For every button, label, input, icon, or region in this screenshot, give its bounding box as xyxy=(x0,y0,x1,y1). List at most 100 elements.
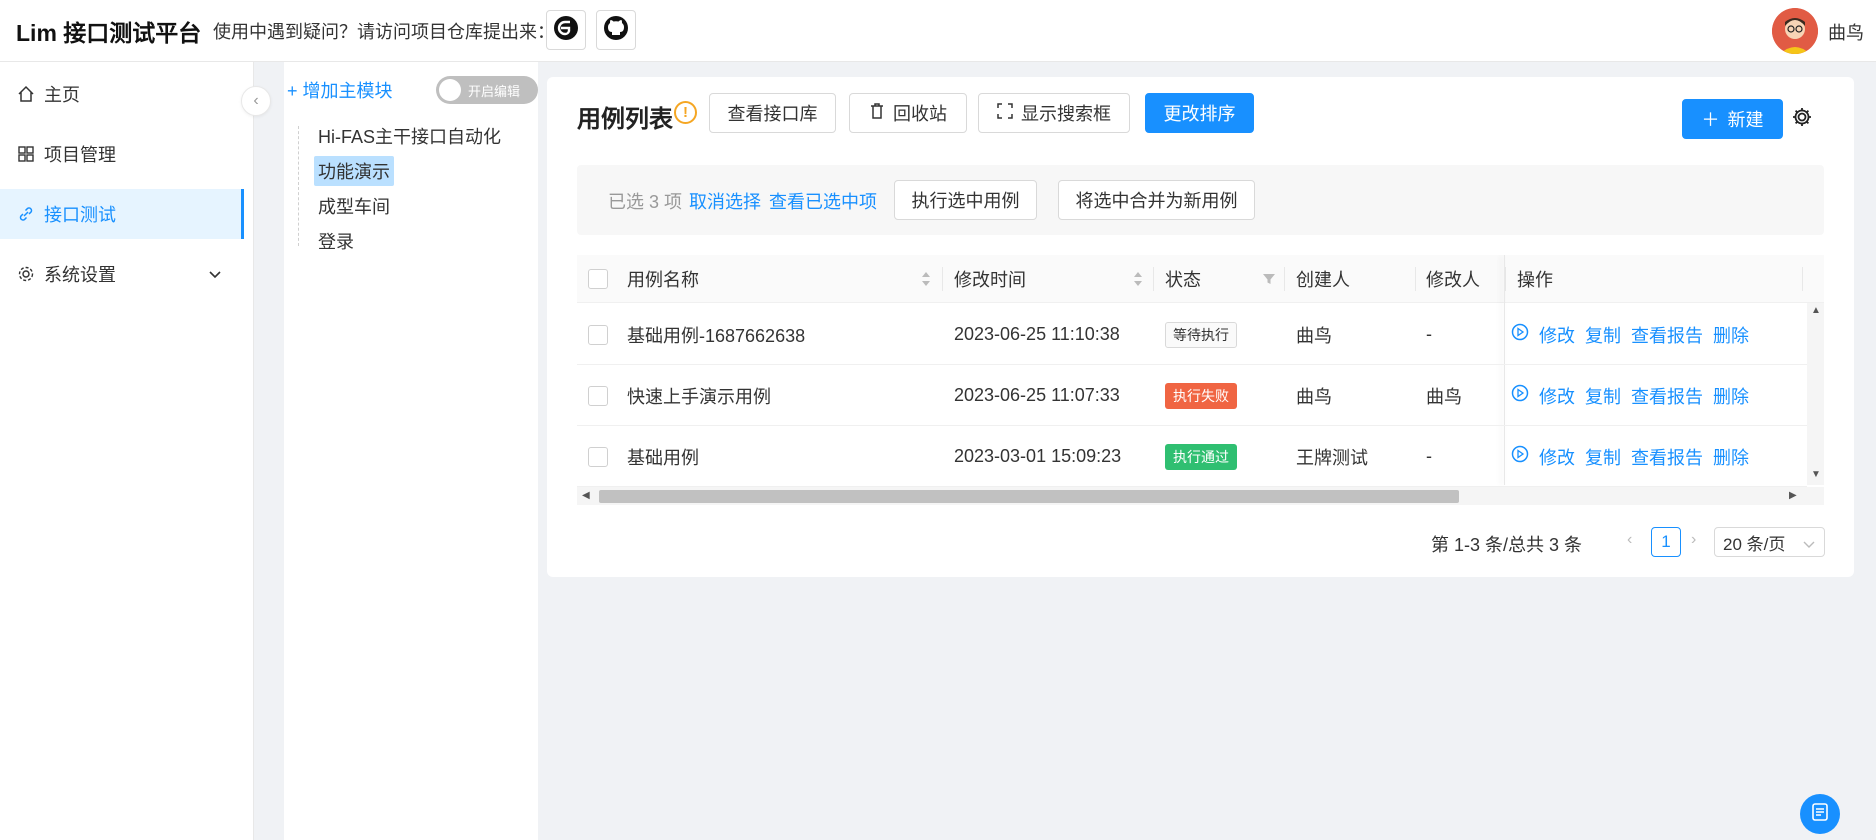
edit-link[interactable]: 修改 xyxy=(1539,322,1575,348)
tree-node[interactable]: 成型车间 xyxy=(314,191,394,221)
user-name[interactable]: 曲鸟 xyxy=(1828,19,1864,45)
repo-hint: 使用中遇到疑问？请访问项目仓库提出来： xyxy=(213,22,555,42)
column-status[interactable]: 状态 xyxy=(1165,255,1201,303)
grid-icon xyxy=(16,144,36,164)
table-row[interactable]: 基础用例-1687662638 2023-06-25 11:10:38 等待执行… xyxy=(577,304,1807,365)
scroll-left-icon[interactable]: ◀ xyxy=(582,490,590,501)
github-icon xyxy=(603,15,629,46)
horizontal-scrollbar[interactable]: ◀ ▶ xyxy=(577,487,1824,505)
case-name[interactable]: 基础用例 xyxy=(627,426,699,487)
prev-page-icon[interactable]: ‹ xyxy=(1627,531,1632,549)
scroll-up-icon[interactable]: ▲ xyxy=(1811,305,1821,316)
copy-link[interactable]: 复制 xyxy=(1585,444,1621,470)
sidebar-item-api-test[interactable]: 接口测试 xyxy=(0,189,244,239)
gear-icon xyxy=(16,264,36,284)
tree-node[interactable]: Hi-FAS主干接口自动化 xyxy=(314,121,505,151)
current-page[interactable]: 1 xyxy=(1651,527,1681,557)
column-creator[interactable]: 创建人 xyxy=(1296,255,1350,303)
table-row[interactable]: 快速上手演示用例 2023-06-25 11:07:33 执行失败 曲鸟 曲鸟 … xyxy=(577,365,1807,426)
new-case-button[interactable]: ＋ 新建 xyxy=(1682,99,1783,139)
tree-node-selected[interactable]: 功能演示 xyxy=(314,156,394,186)
row-checkbox[interactable] xyxy=(588,426,608,487)
github-button[interactable] xyxy=(596,10,636,50)
creator: 曲鸟 xyxy=(1296,386,1332,407)
show-search-button[interactable]: 显示搜索框 xyxy=(978,93,1130,133)
gitee-button[interactable] xyxy=(546,10,586,50)
row-checkbox[interactable] xyxy=(588,304,608,365)
creator: 王牌测试 xyxy=(1296,447,1368,468)
view-report-link[interactable]: 查看报告 xyxy=(1631,322,1703,348)
vertical-scrollbar[interactable]: ▲ ▼ xyxy=(1807,303,1824,485)
scroll-down-icon[interactable]: ▼ xyxy=(1811,469,1821,480)
sidebar-item-home[interactable]: 主页 xyxy=(0,69,244,119)
case-list-card: 用例列表 ! 查看接口库 回收站 显示搜索框 更改排序 ＋ 新建 已选 3 项 … xyxy=(547,77,1854,577)
tree-connector xyxy=(298,126,299,246)
home-icon xyxy=(16,84,36,104)
chevron-left-icon: ‹ xyxy=(253,92,259,109)
cancel-selection-link[interactable]: 取消选择 xyxy=(689,188,761,214)
row-checkbox[interactable] xyxy=(588,365,608,426)
case-name[interactable]: 快速上手演示用例 xyxy=(627,365,771,426)
view-report-link[interactable]: 查看报告 xyxy=(1631,444,1703,470)
filter-icon[interactable] xyxy=(1262,255,1276,303)
play-icon[interactable] xyxy=(1511,384,1529,407)
row-actions: 修改 复制 查看报告 删除 xyxy=(1511,304,1749,365)
copy-link[interactable]: 复制 xyxy=(1585,322,1621,348)
button-label: 执行选中用例 xyxy=(911,191,1020,211)
next-page-icon[interactable]: › xyxy=(1691,531,1696,549)
modified-time: 2023-06-25 11:07:33 xyxy=(954,385,1120,405)
modified-time: 2023-06-25 11:10:38 xyxy=(954,324,1120,344)
edit-link[interactable]: 修改 xyxy=(1539,444,1575,470)
modifier: - xyxy=(1426,324,1432,344)
case-name[interactable]: 基础用例-1687662638 xyxy=(627,304,805,365)
run-selected-button[interactable]: 执行选中用例 xyxy=(894,180,1037,220)
scrollbar-thumb[interactable] xyxy=(599,490,1459,503)
page-size-value: 20 条/页 xyxy=(1723,534,1786,554)
button-label: 新建 xyxy=(1727,110,1764,130)
status-badge: 执行失败 xyxy=(1165,382,1237,409)
toggle-knob xyxy=(439,79,461,101)
recycle-bin-button[interactable]: 回收站 xyxy=(849,93,967,133)
delete-link[interactable]: 删除 xyxy=(1713,322,1749,348)
play-icon[interactable] xyxy=(1511,323,1529,346)
edit-link[interactable]: 修改 xyxy=(1539,383,1575,409)
sidebar-item-label: 主页 xyxy=(44,85,80,105)
tree-node[interactable]: 登录 xyxy=(314,226,358,256)
column-time[interactable]: 修改时间 xyxy=(954,255,1026,303)
merge-selected-button[interactable]: 将选中合并为新用例 xyxy=(1058,180,1255,220)
page-size-select[interactable]: 20 条/页 xyxy=(1714,527,1825,557)
status-badge: 执行通过 xyxy=(1165,443,1237,470)
edit-toggle[interactable]: 开启编辑 xyxy=(436,76,538,104)
add-module-button[interactable]: + 增加主模块 xyxy=(287,77,393,103)
column-modifier[interactable]: 修改人 xyxy=(1426,255,1480,303)
creator: 曲鸟 xyxy=(1296,325,1332,346)
column-name[interactable]: 用例名称 xyxy=(627,255,699,303)
table-row[interactable]: 基础用例 2023-03-01 15:09:23 执行通过 王牌测试 - 修改 … xyxy=(577,426,1807,487)
delete-link[interactable]: 删除 xyxy=(1713,444,1749,470)
avatar[interactable] xyxy=(1772,8,1818,54)
copy-link[interactable]: 复制 xyxy=(1585,383,1621,409)
play-icon[interactable] xyxy=(1511,445,1529,468)
plus-icon: ＋ xyxy=(1701,110,1720,130)
floating-doc-button[interactable] xyxy=(1800,794,1840,834)
view-api-library-button[interactable]: 查看接口库 xyxy=(709,93,836,133)
table-settings-button[interactable] xyxy=(1790,107,1814,131)
status-badge: 等待执行 xyxy=(1165,321,1237,348)
modifier: 曲鸟 xyxy=(1426,386,1462,407)
sort-icon[interactable] xyxy=(1133,255,1143,303)
chevron-down-icon xyxy=(208,264,222,285)
sidebar-item-projects[interactable]: 项目管理 xyxy=(0,129,244,179)
info-icon[interactable]: ! xyxy=(674,101,697,124)
view-report-link[interactable]: 查看报告 xyxy=(1631,383,1703,409)
collapse-sidebar-button[interactable]: ‹ xyxy=(241,86,271,116)
status-cell: 执行通过 xyxy=(1165,426,1237,487)
delete-link[interactable]: 删除 xyxy=(1713,383,1749,409)
change-order-button[interactable]: 更改排序 xyxy=(1145,93,1254,133)
sort-icon[interactable] xyxy=(921,255,931,303)
document-icon xyxy=(1810,802,1830,827)
scroll-right-icon[interactable]: ▶ xyxy=(1789,490,1797,501)
sidebar-item-settings[interactable]: 系统设置 xyxy=(0,249,244,299)
select-all-checkbox[interactable] xyxy=(588,255,608,303)
button-label: 更改排序 xyxy=(1163,104,1236,124)
view-selected-link[interactable]: 查看已选中项 xyxy=(769,188,877,214)
